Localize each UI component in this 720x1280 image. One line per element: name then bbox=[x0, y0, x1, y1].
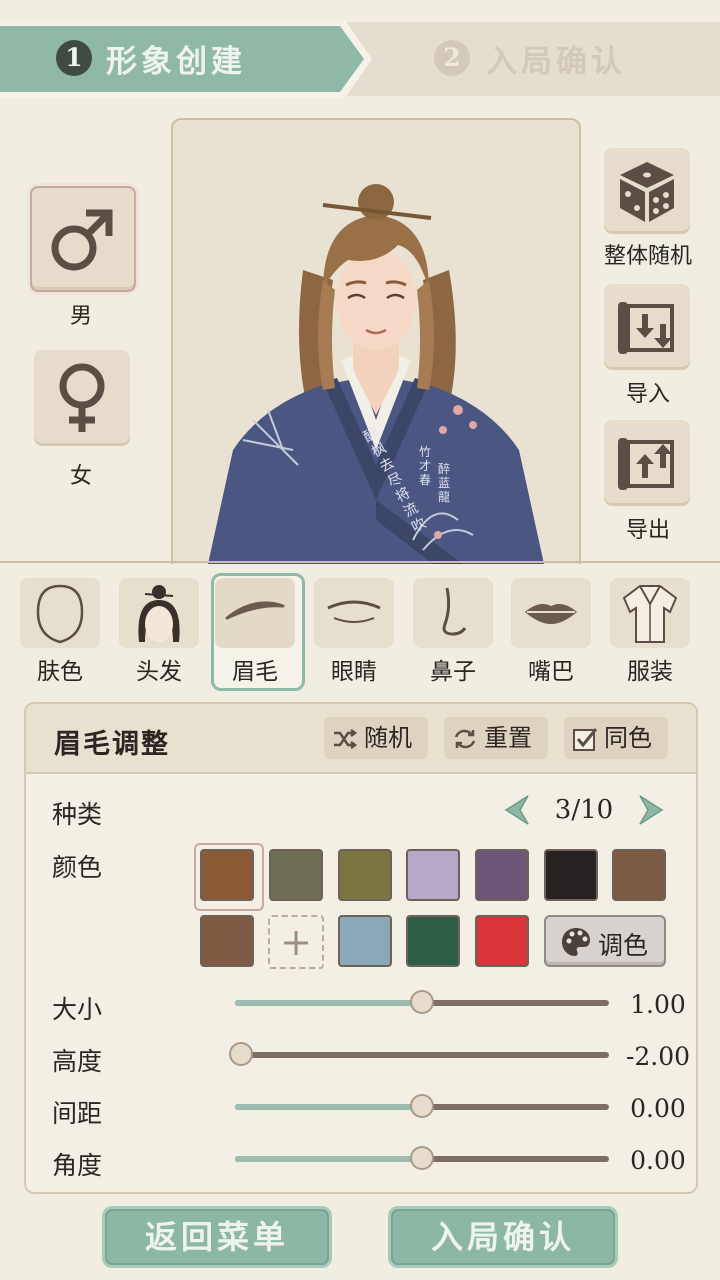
color-swatch[interactable] bbox=[544, 849, 598, 901]
reset-button-label: 重置 bbox=[484, 724, 532, 752]
random-button[interactable]: 随机 bbox=[324, 717, 428, 759]
import-button[interactable] bbox=[604, 284, 690, 370]
face-outline-icon bbox=[36, 584, 84, 644]
step-1-number: 1 bbox=[56, 40, 92, 76]
spacing-slider[interactable] bbox=[235, 1094, 609, 1118]
angle-label: 角度 bbox=[52, 1151, 103, 1180]
hair-bun-icon bbox=[138, 585, 180, 642]
lips-icon bbox=[525, 604, 577, 624]
height-slider-thumb[interactable] bbox=[229, 1042, 253, 1066]
character-illustration bbox=[208, 184, 544, 564]
angle-slider-thumb[interactable] bbox=[410, 1146, 434, 1170]
color-swatch[interactable] bbox=[269, 849, 323, 901]
size-slider-fill bbox=[235, 1000, 422, 1006]
color-label: 颜色 bbox=[52, 853, 103, 882]
tab-eyebrow[interactable] bbox=[215, 578, 295, 648]
same-color-label: 同色 bbox=[604, 724, 652, 752]
nose-icon bbox=[442, 587, 467, 636]
checkbox-checked-icon bbox=[573, 728, 598, 751]
color-swatch[interactable] bbox=[475, 915, 529, 967]
palette-icon bbox=[562, 928, 590, 956]
tab-eyes[interactable] bbox=[314, 578, 394, 648]
male-symbol-icon bbox=[51, 209, 113, 271]
spacing-value: 0.00 bbox=[630, 1094, 686, 1123]
scroll-import-icon bbox=[618, 302, 674, 354]
export-label: 导出 bbox=[625, 518, 670, 543]
height-label: 高度 bbox=[52, 1047, 103, 1076]
tab-eyebrow-label: 眉毛 bbox=[232, 659, 278, 685]
export-button[interactable] bbox=[604, 420, 690, 506]
type-counter: 3/10 bbox=[554, 795, 614, 825]
color-swatch[interactable] bbox=[338, 915, 392, 967]
tab-nose-label: 鼻子 bbox=[430, 659, 476, 685]
robe-text-3: 醉蓝龍 bbox=[438, 462, 451, 504]
adjust-panel-header: 眉毛调整 随机 重置 同色 bbox=[26, 704, 696, 774]
tab-mouth-label: 嘴巴 bbox=[528, 659, 574, 685]
color-swatch[interactable] bbox=[200, 849, 254, 901]
step-bar: 1 形象创建 2 入局确认 bbox=[0, 0, 720, 100]
tab-mouth[interactable] bbox=[511, 578, 591, 648]
color-swatch[interactable] bbox=[475, 849, 529, 901]
add-color-button[interactable]: + bbox=[268, 915, 324, 969]
character-portrait: 醉枫去尽将流吹 竹才春 醉蓝龍 bbox=[171, 118, 581, 564]
portrait-divider bbox=[0, 561, 720, 563]
tab-skin[interactable] bbox=[20, 578, 100, 648]
angle-slider[interactable] bbox=[235, 1146, 609, 1170]
color-swatch[interactable] bbox=[200, 915, 254, 967]
male-button[interactable] bbox=[30, 186, 136, 292]
color-swatch[interactable] bbox=[612, 849, 666, 901]
type-label: 种类 bbox=[52, 800, 103, 829]
color-swatch[interactable] bbox=[406, 849, 460, 901]
dice-icon bbox=[620, 162, 674, 222]
size-slider[interactable] bbox=[235, 990, 609, 1014]
angle-slider-fill bbox=[235, 1156, 422, 1162]
tab-hair[interactable] bbox=[119, 578, 199, 648]
female-symbol-icon bbox=[59, 363, 105, 432]
random-button-label: 随机 bbox=[364, 724, 412, 752]
refresh-icon bbox=[454, 729, 476, 749]
male-label: 男 bbox=[69, 304, 92, 329]
import-label: 导入 bbox=[625, 382, 670, 407]
prev-type-button[interactable] bbox=[498, 792, 534, 828]
palette-button[interactable]: 调色 bbox=[544, 915, 666, 967]
size-value: 1.00 bbox=[630, 990, 686, 1019]
random-all-label: 整体随机 bbox=[603, 244, 692, 269]
same-color-toggle[interactable]: 同色 bbox=[564, 717, 668, 759]
eye-icon bbox=[327, 600, 381, 623]
tab-skin-label: 肤色 bbox=[37, 659, 83, 685]
size-label: 大小 bbox=[52, 995, 103, 1024]
female-button[interactable] bbox=[34, 350, 130, 446]
spacing-label: 间距 bbox=[52, 1099, 103, 1128]
tab-hair-label: 头发 bbox=[136, 659, 182, 685]
color-swatch[interactable] bbox=[406, 915, 460, 967]
height-value: -2.00 bbox=[625, 1042, 691, 1071]
color-swatch[interactable] bbox=[338, 849, 392, 901]
confirm-enter-button[interactable]: 入局确认 bbox=[388, 1206, 618, 1268]
tab-nose[interactable] bbox=[413, 578, 493, 648]
step-2-label[interactable]: 入局确认 bbox=[486, 36, 626, 81]
height-slider[interactable] bbox=[229, 1042, 609, 1066]
next-type-button[interactable] bbox=[634, 792, 670, 828]
tab-outfit-label: 服装 bbox=[627, 659, 673, 685]
reset-button[interactable]: 重置 bbox=[444, 717, 548, 759]
eyebrow-icon bbox=[225, 601, 285, 620]
spacing-slider-thumb[interactable] bbox=[410, 1094, 434, 1118]
back-to-menu-button[interactable]: 返回菜单 bbox=[102, 1206, 332, 1268]
robe-icon bbox=[622, 585, 678, 643]
palette-button-label: 调色 bbox=[598, 931, 649, 960]
female-label: 女 bbox=[69, 464, 92, 489]
step-2-number: 2 bbox=[434, 40, 470, 76]
shuffle-icon bbox=[334, 729, 358, 749]
spacing-slider-fill bbox=[235, 1104, 422, 1110]
scroll-export-icon bbox=[618, 438, 674, 490]
size-slider-thumb[interactable] bbox=[410, 990, 434, 1014]
adjust-panel-title: 眉毛调整 bbox=[54, 729, 170, 760]
tab-outfit[interactable] bbox=[610, 578, 690, 648]
robe-text-2: 竹才春 bbox=[419, 445, 432, 487]
random-all-button[interactable] bbox=[604, 148, 690, 234]
angle-value: 0.00 bbox=[630, 1146, 686, 1175]
step-1-label[interactable]: 形象创建 bbox=[106, 36, 246, 81]
tab-eyes-label: 眼睛 bbox=[331, 659, 377, 685]
